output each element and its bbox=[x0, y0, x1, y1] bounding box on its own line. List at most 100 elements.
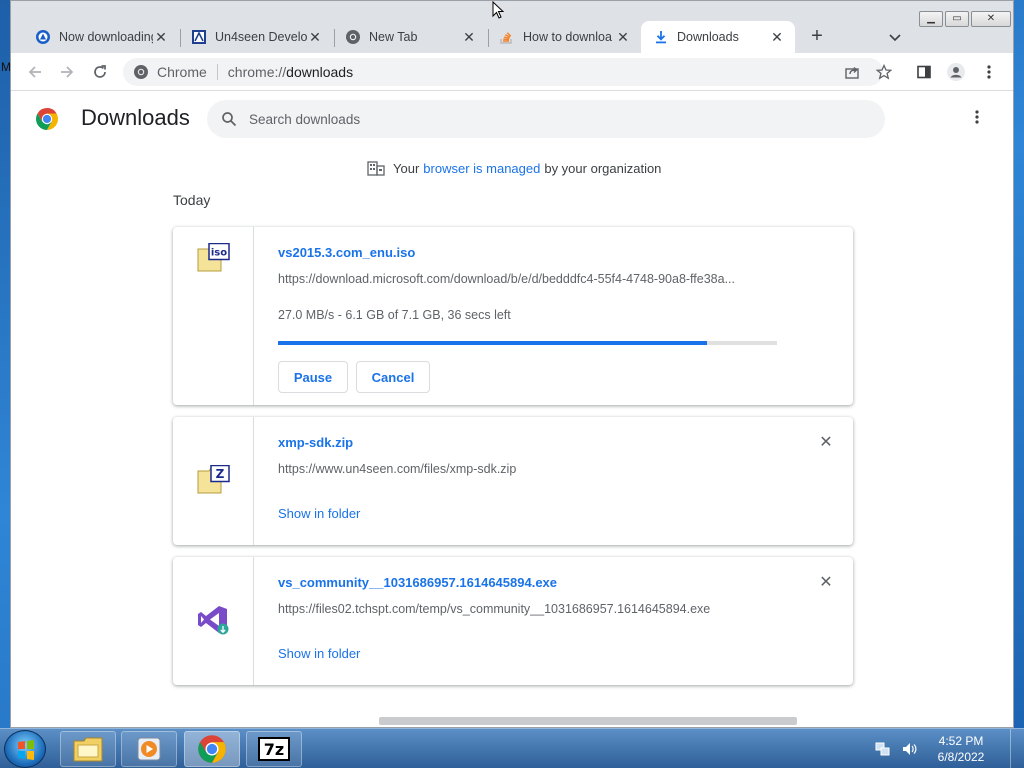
forward-arrow-icon[interactable] bbox=[55, 60, 79, 84]
cancel-button[interactable]: Cancel bbox=[356, 361, 430, 393]
network-icon[interactable] bbox=[874, 740, 892, 758]
managed-notice: Your browser is managed by your organiza… bbox=[367, 159, 661, 177]
file-name-link[interactable]: xmp-sdk.zip bbox=[278, 435, 353, 450]
stackoverflow-favicon-icon bbox=[499, 29, 515, 45]
reload-icon[interactable] bbox=[88, 60, 112, 84]
file-icon-column: Z bbox=[173, 417, 254, 545]
site-favicon-icon bbox=[35, 29, 51, 45]
chrome-logo-icon bbox=[36, 108, 58, 130]
svg-text:iso: iso bbox=[211, 248, 227, 259]
media-player-icon bbox=[137, 737, 161, 761]
file-url[interactable]: https://download.microsoft.com/download/… bbox=[278, 272, 735, 286]
tab-un4seen[interactable]: Un4seen Develop ✕ bbox=[179, 21, 333, 53]
bookmark-star-icon[interactable] bbox=[872, 60, 896, 84]
managed-suffix: by your organization bbox=[544, 160, 662, 176]
show-desktop-button[interactable] bbox=[1010, 729, 1024, 768]
share-icon[interactable] bbox=[840, 60, 864, 84]
tab-close-icon[interactable]: ✕ bbox=[615, 29, 631, 46]
taskbar: 7z 4:52 PM 6/8/2022 bbox=[0, 728, 1024, 768]
system-tray: 4:52 PM 6/8/2022 bbox=[874, 729, 1024, 768]
downloads-page: Downloads Your browser is managed by bbox=[11, 91, 1013, 727]
address-bar[interactable]: Chrome chrome://downloads bbox=[123, 58, 883, 86]
browser-window: ▁ ▭ ✕ Now downloading ✕ Un4seen Develop … bbox=[10, 0, 1014, 728]
download-status: 27.0 MB/s - 6.1 GB of 7.1 GB, 36 secs le… bbox=[278, 308, 511, 322]
back-arrow-icon[interactable] bbox=[23, 60, 47, 84]
file-icon-column bbox=[173, 557, 254, 685]
clock-date: 6/8/2022 bbox=[937, 750, 985, 764]
date-heading: Today bbox=[173, 192, 211, 208]
url-path: downloads bbox=[286, 64, 354, 80]
clock[interactable]: 4:52 PM 6/8/2022 bbox=[926, 733, 996, 765]
taskbar-7zip[interactable]: 7z bbox=[246, 731, 302, 767]
download-favicon-icon bbox=[653, 29, 669, 45]
tab-title: How to downloa bbox=[523, 30, 612, 44]
tab-now-downloading[interactable]: Now downloading ✕ bbox=[23, 21, 179, 53]
tab-close-icon[interactable]: ✕ bbox=[153, 29, 169, 46]
taskbar-media-player[interactable] bbox=[121, 731, 177, 767]
search-box[interactable] bbox=[207, 100, 885, 138]
url-scheme: chrome:// bbox=[227, 64, 287, 80]
visual-studio-installer-icon bbox=[198, 606, 229, 635]
tab-title: Un4seen Develop bbox=[215, 30, 307, 44]
page-more-actions-icon[interactable] bbox=[965, 107, 989, 131]
file-name-link[interactable]: vs_community__1031686957.1614645894.exe bbox=[278, 575, 557, 590]
remove-item-close-icon[interactable]: ✕ bbox=[817, 574, 835, 592]
svg-text:Z: Z bbox=[216, 467, 225, 481]
download-item: Z xmp-sdk.zip https://www.un4seen.com/fi… bbox=[173, 417, 853, 545]
7zip-icon: 7z bbox=[258, 737, 290, 761]
file-url[interactable]: https://files02.tchspt.com/temp/vs_commu… bbox=[278, 602, 710, 616]
download-item: vs_community__1031686957.1614645894.exe … bbox=[173, 557, 853, 685]
taskbar-chrome[interactable] bbox=[184, 731, 240, 767]
tab-title: Now downloading bbox=[59, 30, 153, 44]
zip-file-icon: Z bbox=[197, 465, 230, 494]
clock-time: 4:52 PM bbox=[938, 734, 984, 748]
tab-search-chevron-icon[interactable] bbox=[883, 25, 907, 49]
page-header: Downloads bbox=[11, 91, 1013, 147]
tab-close-icon[interactable]: ✕ bbox=[461, 29, 477, 46]
chrome-taskbar-icon bbox=[198, 735, 226, 763]
start-button[interactable] bbox=[4, 730, 46, 768]
remove-item-close-icon[interactable]: ✕ bbox=[817, 434, 835, 452]
download-item: iso vs2015.3.com_enu.iso https://downloa… bbox=[173, 227, 853, 405]
tab-strip: Now downloading ✕ Un4seen Develop ✕ New … bbox=[11, 19, 1013, 53]
svg-text:7z: 7z bbox=[264, 740, 284, 759]
download-progress-fill bbox=[278, 341, 708, 345]
pause-button[interactable]: Pause bbox=[278, 361, 348, 393]
mouse-cursor-icon bbox=[492, 1, 504, 19]
show-in-folder-link[interactable]: Show in folder bbox=[278, 646, 360, 661]
chrome-favicon-icon bbox=[345, 29, 361, 45]
un4seen-favicon-icon bbox=[191, 29, 207, 45]
folder-icon bbox=[73, 737, 103, 762]
browser-toolbar: Chrome chrome://downloads bbox=[11, 53, 1013, 91]
volume-icon[interactable] bbox=[900, 740, 918, 758]
file-icon-column: iso bbox=[173, 227, 254, 405]
tab-title: Downloads bbox=[677, 30, 739, 44]
windows-logo-icon bbox=[18, 740, 34, 760]
side-panel-icon[interactable] bbox=[912, 60, 936, 84]
chrome-page-icon bbox=[133, 64, 149, 80]
new-tab-plus-icon[interactable]: + bbox=[805, 25, 829, 49]
horizontal-scrollbar[interactable] bbox=[379, 717, 797, 725]
managed-prefix: Your bbox=[393, 160, 420, 176]
iso-file-icon: iso bbox=[197, 243, 230, 272]
site-label: Chrome bbox=[157, 64, 207, 80]
search-icon bbox=[221, 111, 237, 127]
show-in-folder-link[interactable]: Show in folder bbox=[278, 506, 360, 521]
tab-close-icon[interactable]: ✕ bbox=[769, 29, 785, 46]
tab-downloads[interactable]: Downloads ✕ bbox=[641, 21, 795, 53]
url-text: chrome://downloads bbox=[228, 64, 353, 80]
search-input[interactable] bbox=[249, 111, 829, 127]
file-url[interactable]: https://www.un4seen.com/files/xmp-sdk.zi… bbox=[278, 462, 516, 476]
building-icon bbox=[367, 161, 385, 176]
profile-avatar-icon[interactable] bbox=[944, 60, 968, 84]
tab-new-tab[interactable]: New Tab ✕ bbox=[333, 21, 487, 53]
file-name-link[interactable]: vs2015.3.com_enu.iso bbox=[278, 245, 415, 260]
taskbar-explorer[interactable] bbox=[60, 731, 116, 767]
page-title: Downloads bbox=[81, 105, 190, 130]
tab-how-to-download[interactable]: How to downloa ✕ bbox=[487, 21, 641, 53]
managed-browser-link[interactable]: browser is managed bbox=[423, 161, 540, 176]
browser-menu-icon[interactable] bbox=[977, 60, 1001, 84]
tab-title: New Tab bbox=[369, 30, 418, 44]
tab-close-icon[interactable]: ✕ bbox=[307, 29, 323, 46]
download-progress-bar bbox=[278, 341, 777, 345]
